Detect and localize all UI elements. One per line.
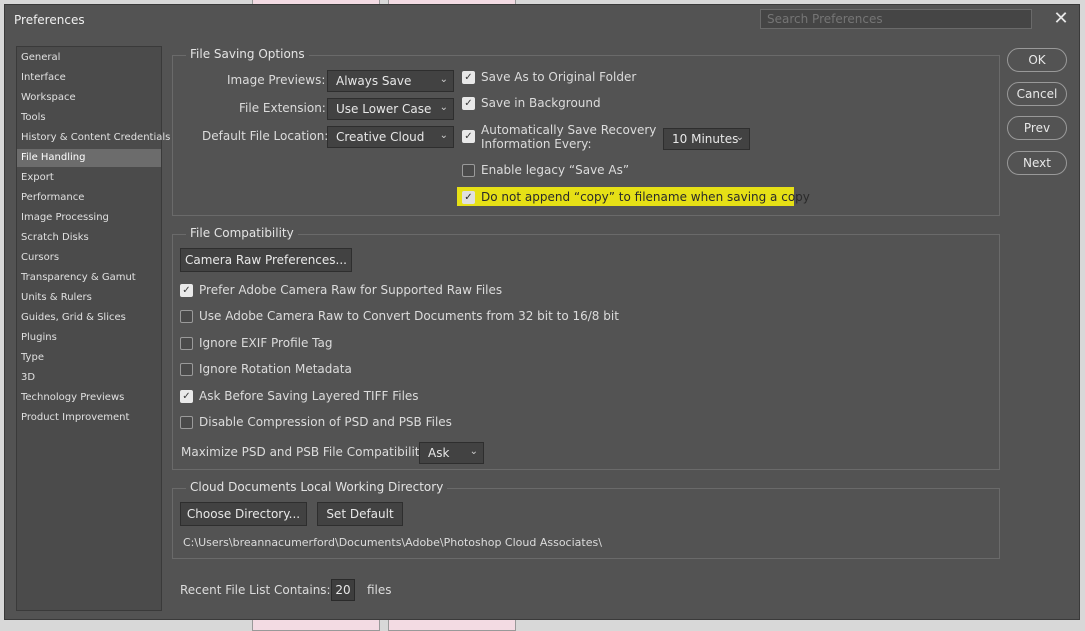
- prefer-acr-checkbox[interactable]: ✓: [180, 284, 193, 297]
- ignore-rotation-checkbox[interactable]: [180, 363, 193, 376]
- recent-files-suffix: files: [367, 583, 392, 597]
- chevron-down-icon: ⌄: [439, 74, 448, 85]
- sidebar-item-guides[interactable]: Guides, Grid & Slices: [17, 309, 161, 327]
- title-bar: Preferences ✕: [5, 5, 1079, 35]
- bg-thumbnail: [252, 619, 380, 631]
- sidebar: General Interface Workspace Tools Histor…: [16, 46, 170, 611]
- sidebar-item-performance[interactable]: Performance: [17, 189, 161, 207]
- disable-compression-checkbox[interactable]: [180, 416, 193, 429]
- save-as-original-checkbox[interactable]: ✓: [462, 71, 475, 84]
- ignore-exif-label: Ignore EXIF Profile Tag: [199, 336, 333, 350]
- bg-thumbnail: [388, 619, 516, 631]
- file-compat-title: File Compatibility: [186, 226, 298, 240]
- auto-save-interval-select[interactable]: 10 Minutes ⌄: [663, 128, 750, 150]
- maximize-compat-select[interactable]: Ask ⌄: [419, 442, 484, 464]
- ask-tiff-label: Ask Before Saving Layered TIFF Files: [199, 389, 419, 403]
- search-input[interactable]: [760, 9, 1032, 29]
- close-icon[interactable]: ✕: [1052, 10, 1070, 28]
- recent-files-label: Recent File List Contains:: [180, 583, 331, 597]
- cloud-docs-title: Cloud Documents Local Working Directory: [186, 480, 448, 494]
- maximize-compat-value: Ask: [428, 446, 450, 460]
- auto-save-interval-value: 10 Minutes: [672, 132, 739, 146]
- chevron-down-icon: ⌄: [469, 446, 478, 457]
- file-extension-label: File Extension:: [239, 101, 326, 115]
- sidebar-item-type[interactable]: Type: [17, 349, 161, 367]
- cancel-button[interactable]: Cancel: [1007, 82, 1067, 106]
- file-extension-select[interactable]: Use Lower Case ⌄: [327, 98, 454, 120]
- auto-save-checkbox[interactable]: ✓: [462, 130, 475, 143]
- sidebar-item-scratch-disks[interactable]: Scratch Disks: [17, 229, 161, 247]
- default-location-label: Default File Location:: [202, 129, 329, 143]
- prev-button[interactable]: Prev: [1007, 116, 1067, 140]
- save-as-original-label: Save As to Original Folder: [481, 70, 637, 84]
- no-append-copy-label: Do not append “copy” to filename when sa…: [481, 190, 810, 204]
- legacy-save-as-label: Enable legacy “Save As”: [481, 163, 630, 177]
- default-location-select[interactable]: Creative Cloud ⌄: [327, 126, 454, 148]
- ask-tiff-checkbox[interactable]: ✓: [180, 390, 193, 403]
- sidebar-item-3d[interactable]: 3D: [17, 369, 161, 387]
- ok-button[interactable]: OK: [1007, 48, 1067, 72]
- recent-files-input[interactable]: 20: [331, 579, 355, 601]
- preferences-dialog: Preferences ✕ General Interface Workspac…: [4, 4, 1080, 620]
- file-extension-value: Use Lower Case: [336, 102, 432, 116]
- maximize-compat-label: Maximize PSD and PSB File Compatibility:: [181, 445, 430, 459]
- image-previews-select[interactable]: Always Save ⌄: [327, 70, 454, 92]
- next-button[interactable]: Next: [1007, 151, 1067, 175]
- sidebar-item-image-processing[interactable]: Image Processing: [17, 209, 161, 227]
- image-previews-label: Image Previews:: [227, 73, 326, 87]
- auto-save-label-line1: Automatically Save Recovery: [481, 123, 657, 137]
- default-location-value: Creative Cloud: [336, 130, 425, 144]
- chevron-down-icon: ⌄: [439, 130, 448, 141]
- sidebar-item-general[interactable]: General: [17, 49, 161, 67]
- save-in-background-label: Save in Background: [481, 96, 601, 110]
- sidebar-item-transparency[interactable]: Transparency & Gamut: [17, 269, 161, 287]
- ignore-rotation-label: Ignore Rotation Metadata: [199, 362, 352, 376]
- sidebar-item-cursors[interactable]: Cursors: [17, 249, 161, 267]
- sidebar-item-interface[interactable]: Interface: [17, 69, 161, 87]
- choose-directory-button[interactable]: Choose Directory...: [180, 502, 307, 526]
- sidebar-item-plugins[interactable]: Plugins: [17, 329, 161, 347]
- sidebar-item-export[interactable]: Export: [17, 169, 161, 187]
- set-default-button[interactable]: Set Default: [317, 502, 403, 526]
- sidebar-item-workspace[interactable]: Workspace: [17, 89, 161, 107]
- legacy-save-as-checkbox[interactable]: [462, 164, 475, 177]
- dialog-title: Preferences: [14, 13, 85, 27]
- use-acr-convert-checkbox[interactable]: [180, 310, 193, 323]
- sidebar-item-file-handling[interactable]: File Handling: [17, 149, 161, 167]
- ignore-exif-checkbox[interactable]: [180, 337, 193, 350]
- auto-save-label-line2: Information Every:: [481, 137, 592, 151]
- prefer-acr-label: Prefer Adobe Camera Raw for Supported Ra…: [199, 283, 503, 297]
- save-in-background-checkbox[interactable]: ✓: [462, 97, 475, 110]
- sidebar-item-tools[interactable]: Tools: [17, 109, 161, 127]
- no-append-copy-checkbox[interactable]: ✓: [462, 191, 475, 204]
- disable-compression-label: Disable Compression of PSD and PSB Files: [199, 415, 452, 429]
- file-saving-title: File Saving Options: [186, 47, 309, 61]
- chevron-down-icon: ⌄: [735, 132, 744, 143]
- camera-raw-prefs-button[interactable]: Camera Raw Preferences...: [180, 248, 352, 272]
- sidebar-item-tech-previews[interactable]: Technology Previews: [17, 389, 161, 407]
- sidebar-item-history[interactable]: History & Content Credentials: [17, 129, 170, 147]
- chevron-down-icon: ⌄: [439, 102, 448, 113]
- image-previews-value: Always Save: [336, 74, 412, 88]
- use-acr-convert-label: Use Adobe Camera Raw to Convert Document…: [199, 309, 619, 323]
- cloud-docs-path: C:\Users\breannacumerford\Documents\Adob…: [183, 536, 602, 549]
- sidebar-item-units-rulers[interactable]: Units & Rulers: [17, 289, 161, 307]
- sidebar-item-product-improvement[interactable]: Product Improvement: [17, 409, 161, 427]
